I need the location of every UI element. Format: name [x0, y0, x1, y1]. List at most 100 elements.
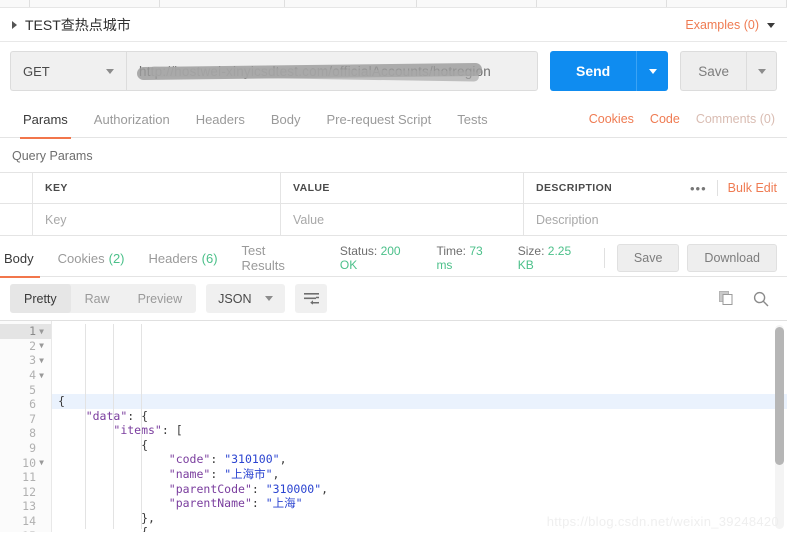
- response-tab-cookies-label: Cookies: [57, 250, 105, 266]
- query-params-label: Query Params: [12, 149, 93, 163]
- column-header-key: KEY: [33, 173, 281, 203]
- comments-link[interactable]: Comments (0): [696, 112, 775, 126]
- column-header-value: VALUE: [281, 173, 524, 203]
- response-tab-headers[interactable]: Headers (6): [137, 240, 230, 277]
- tab-pre-request-script[interactable]: Pre-request Script: [313, 101, 444, 138]
- table-header-row: KEY VALUE DESCRIPTION ••• Bulk Edit: [0, 173, 787, 204]
- code-line: {: [52, 394, 787, 409]
- search-icon: [753, 291, 769, 306]
- json-code[interactable]: { "data": { "items": [ { "code": "310100…: [52, 321, 787, 532]
- tab-params[interactable]: Params: [10, 101, 81, 139]
- word-wrap-icon: [303, 293, 319, 305]
- line-number: 1 ▼: [0, 324, 51, 339]
- code-line: "code": "310100",: [52, 452, 787, 467]
- line-number: 14: [22, 514, 36, 529]
- response-tab-test-results[interactable]: Test Results: [230, 240, 322, 277]
- line-number: 4 ▼: [0, 368, 51, 383]
- token-k: "parentName": [168, 496, 252, 511]
- cookies-count: (2): [108, 250, 125, 266]
- language-select[interactable]: JSON: [206, 284, 286, 313]
- line-number: 15: [0, 528, 51, 532]
- line-number: 5: [29, 382, 36, 397]
- line-number: 6: [29, 397, 36, 412]
- column-header-description: DESCRIPTION: [536, 182, 613, 194]
- copy-button[interactable]: [719, 290, 735, 307]
- postman-window: TEST查热点城市 Examples (0) GET http://hostwe…: [0, 0, 787, 537]
- save-options-button[interactable]: [746, 51, 777, 91]
- code-line: "parentName": "上海": [52, 496, 787, 511]
- response-tab-body[interactable]: Body: [0, 240, 46, 278]
- token-p: :: [210, 466, 225, 481]
- send-options-button[interactable]: [636, 51, 669, 91]
- tab-body[interactable]: Body: [258, 101, 314, 138]
- tab-tests[interactable]: Tests: [444, 101, 500, 138]
- save-request-button[interactable]: Save: [680, 51, 746, 91]
- url-input[interactable]: http://hostwei-xinyicsdtest.com/official…: [126, 51, 538, 91]
- response-tab-body-label: Body: [4, 250, 34, 266]
- tab-authorization[interactable]: Authorization: [81, 101, 183, 138]
- line-number: 2 ▼: [0, 339, 51, 354]
- copy-icon: [719, 290, 733, 305]
- fold-arrow-icon[interactable]: ▼: [36, 458, 47, 467]
- code-line: "name": "上海市",: [52, 467, 787, 482]
- examples-link[interactable]: Examples (0): [685, 18, 759, 32]
- download-response-button[interactable]: Download: [687, 244, 778, 272]
- method-select[interactable]: GET: [10, 51, 126, 91]
- token-p: ,: [321, 481, 329, 496]
- chevron-down-icon: [648, 68, 657, 74]
- code-line: "data": {: [52, 409, 787, 424]
- view-mode-raw[interactable]: Raw: [71, 284, 124, 313]
- description-input[interactable]: Description: [524, 204, 672, 235]
- fold-arrow-icon[interactable]: ▼: [36, 341, 47, 350]
- token-p: :: [251, 496, 266, 511]
- chevron-down-icon[interactable]: [767, 23, 775, 28]
- row-checkbox-cell[interactable]: [0, 204, 33, 235]
- divider: [716, 180, 718, 196]
- view-mode-pretty[interactable]: Pretty: [10, 284, 71, 313]
- response-tabs-bar: Body Cookies (2) Headers (6) Test Result…: [0, 240, 787, 278]
- fold-arrow-icon[interactable]: ▼: [36, 371, 47, 380]
- more-options-icon[interactable]: •••: [690, 181, 707, 196]
- bulk-edit-link[interactable]: Bulk Edit: [728, 181, 777, 195]
- chevron-down-icon: [265, 296, 274, 301]
- code-link[interactable]: Code: [650, 112, 680, 126]
- response-tab-headers-label: Headers: [148, 250, 198, 266]
- status-badge: Status: 200 OK: [340, 244, 419, 272]
- fold-arrow-icon[interactable]: ▼: [36, 356, 47, 365]
- token-p: :: [251, 481, 266, 496]
- save-response-button[interactable]: Save: [616, 244, 680, 272]
- line-number: 7: [29, 411, 36, 426]
- search-button[interactable]: [753, 291, 769, 307]
- tab-headers[interactable]: Headers: [183, 101, 258, 138]
- collapse-triangle-icon[interactable]: [12, 20, 17, 29]
- response-tab-cookies[interactable]: Cookies (2): [46, 240, 137, 277]
- status-label: Status:: [339, 244, 378, 258]
- size-label: Size:: [517, 244, 545, 258]
- vertical-scrollbar[interactable]: [775, 325, 784, 529]
- send-button[interactable]: Send: [549, 51, 637, 91]
- response-format-bar: Pretty Raw Preview JSON: [0, 277, 787, 320]
- line-number: 9: [29, 441, 36, 456]
- window-tab-strip[interactable]: [0, 0, 787, 8]
- token-s: "上海": [265, 496, 303, 511]
- token-p: },: [141, 510, 155, 525]
- value-input[interactable]: Value: [281, 204, 524, 235]
- query-params-table: KEY VALUE DESCRIPTION ••• Bulk Edit Key …: [0, 172, 787, 236]
- line-number: 3 ▼: [0, 353, 51, 368]
- token-p: {: [141, 437, 149, 452]
- token-k: "code": [168, 452, 211, 467]
- table-actions: ••• Bulk Edit: [672, 173, 787, 203]
- key-input[interactable]: Key: [33, 204, 281, 235]
- view-mode-group: Pretty Raw Preview: [10, 284, 197, 313]
- token-p: :: [210, 452, 225, 467]
- response-body-viewer[interactable]: 1▼2▼3▼4▼5678910▼1112131415 { "data": { "…: [0, 320, 787, 532]
- line-number: 13: [22, 499, 36, 514]
- fold-arrow-icon[interactable]: ▼: [36, 327, 47, 336]
- view-mode-preview[interactable]: Preview: [124, 284, 196, 313]
- cookies-link[interactable]: Cookies: [589, 112, 634, 126]
- scrollbar-thumb[interactable]: [775, 327, 784, 465]
- token-p: : {: [127, 408, 149, 423]
- token-k: "parentCode": [168, 481, 252, 496]
- token-s: "310100": [224, 452, 280, 467]
- word-wrap-button[interactable]: [295, 284, 328, 313]
